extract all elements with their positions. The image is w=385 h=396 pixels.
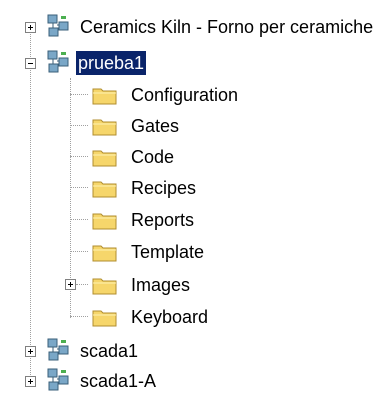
tree-item-images[interactable]: Images xyxy=(0,270,385,300)
tree-item-label: Configuration xyxy=(131,85,239,105)
network-project-icon xyxy=(47,50,69,73)
expand-icon[interactable] xyxy=(25,346,36,357)
expand-icon[interactable] xyxy=(25,376,36,387)
tree-item-label: Images xyxy=(131,275,191,295)
project-tree[interactable]: Ceramics Kiln - Forno per ceramiche prue… xyxy=(0,0,385,396)
folder-icon xyxy=(92,88,117,105)
tree-item-label: Ceramics Kiln - Forno per ceramiche xyxy=(80,17,374,37)
network-project-icon xyxy=(47,368,69,391)
folder-icon xyxy=(92,119,117,136)
tree-item-label: prueba1 xyxy=(76,51,147,75)
tree-item-label: scada1-A xyxy=(80,371,157,391)
folder-icon xyxy=(92,213,117,230)
folder-icon xyxy=(92,278,117,295)
tree-item-prueba1[interactable]: prueba1 xyxy=(0,48,385,78)
tree-item-code[interactable]: Code xyxy=(0,142,385,172)
network-project-icon xyxy=(47,14,69,37)
tree-item-reports[interactable]: Reports xyxy=(0,205,385,235)
expand-icon[interactable] xyxy=(65,279,76,290)
tree-item-gates[interactable]: Gates xyxy=(0,111,385,141)
folder-icon xyxy=(92,245,117,262)
tree-item-label: Recipes xyxy=(131,178,197,198)
tree-item-label: Keyboard xyxy=(131,307,209,327)
expand-icon[interactable] xyxy=(25,22,36,33)
tree-item-template[interactable]: Template xyxy=(0,237,385,267)
folder-icon xyxy=(92,181,117,198)
collapse-icon[interactable] xyxy=(25,58,36,69)
tree-item-label: Gates xyxy=(131,116,180,136)
folder-icon xyxy=(92,150,117,167)
tree-item-configuration[interactable]: Configuration xyxy=(0,80,385,110)
tree-item-scada1[interactable]: scada1 xyxy=(0,336,385,366)
tree-item-label: Reports xyxy=(131,210,195,230)
tree-item-label: Template xyxy=(131,242,205,262)
network-project-icon xyxy=(47,338,69,361)
tree-item-label: Code xyxy=(131,147,175,167)
folder-icon xyxy=(92,310,117,327)
tree-item-recipes[interactable]: Recipes xyxy=(0,173,385,203)
tree-item-keyboard[interactable]: Keyboard xyxy=(0,302,385,332)
tree-item-ceramics-kiln[interactable]: Ceramics Kiln - Forno per ceramiche xyxy=(0,12,385,42)
tree-item-scada1-a[interactable]: scada1-A xyxy=(0,366,385,396)
tree-item-label: scada1 xyxy=(80,341,139,361)
